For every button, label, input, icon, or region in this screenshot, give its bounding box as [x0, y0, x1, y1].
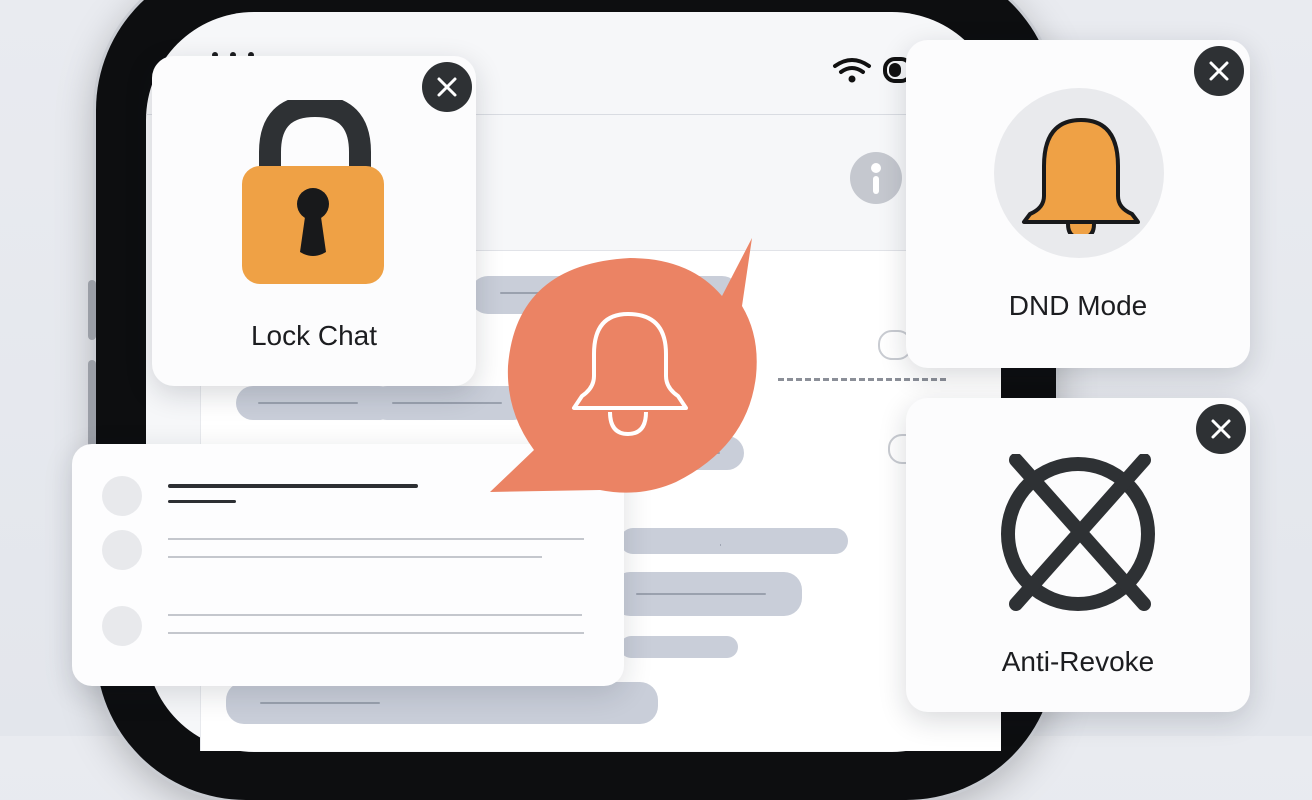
list-subtitle-line [168, 500, 236, 503]
bell-outline-icon[interactable] [490, 236, 760, 496]
card-label: Lock Chat [250, 320, 378, 351]
crossed-circle-icon [1001, 454, 1155, 611]
close-icon [437, 77, 457, 97]
close-icon [1211, 419, 1231, 439]
list-line [168, 556, 542, 558]
contact-avatar[interactable] [850, 152, 902, 204]
list-line [168, 614, 582, 616]
avatar [102, 530, 142, 570]
avatar [102, 476, 142, 516]
chat-bubble [612, 572, 802, 616]
close-button[interactable] [422, 62, 472, 112]
close-button[interactable] [1196, 404, 1246, 454]
anti-revoke-card[interactable]: Anti-Revoke [906, 398, 1250, 712]
chat-bubble [620, 636, 738, 658]
phone-side-button [88, 360, 96, 450]
status-icons [832, 56, 912, 84]
dnd-mode-card[interactable]: DND Mode [906, 40, 1250, 368]
phone-side-button [88, 280, 96, 340]
chat-bubble [226, 682, 658, 724]
dashed-connector [778, 378, 946, 381]
card-label: Anti-Revoke [1001, 646, 1155, 677]
padlock-icon [242, 100, 384, 284]
card-label: DND Mode [1008, 290, 1148, 321]
list-title-line [168, 484, 418, 488]
close-icon [1209, 61, 1229, 81]
lock-chat-card[interactable]: Lock Chat [152, 56, 476, 386]
avatar [102, 606, 142, 646]
list-line [168, 632, 584, 634]
bell-icon [1022, 118, 1140, 234]
close-button[interactable] [1194, 46, 1244, 96]
chat-bubble [620, 528, 848, 554]
wifi-icon [833, 58, 871, 83]
list-line [168, 538, 584, 540]
